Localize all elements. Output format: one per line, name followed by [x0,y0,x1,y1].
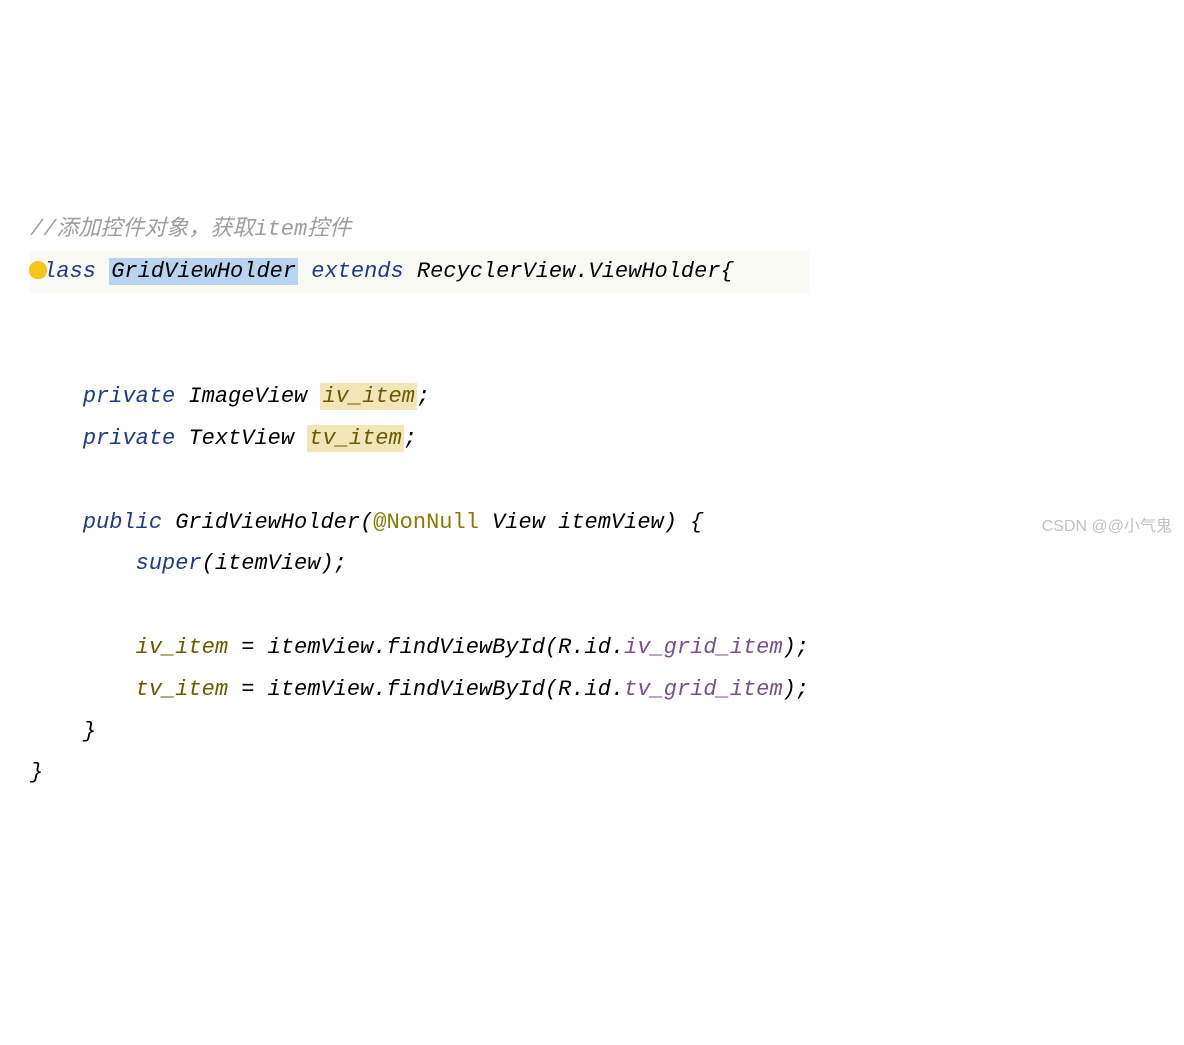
id-ref: id [585,677,611,702]
parent-class: RecyclerView.ViewHolder [417,259,721,284]
semicolon: ; [404,426,417,451]
field-ref-iv: iv_item [136,635,228,660]
keyword-extends: extends [311,259,403,284]
paren-open: ( [360,510,373,535]
type-textview: TextView [188,426,294,451]
paren-close: ) [320,551,333,576]
dot: . [373,635,386,660]
editor-gutter [0,167,30,295]
keyword-super: super [136,551,202,576]
constructor-name: GridViewHolder [175,510,360,535]
param-type: View [492,510,545,535]
super-arg: itemView [215,551,321,576]
keyword-private: private [83,426,175,451]
equals: = [228,635,268,660]
itemview-ref: itemView [268,635,374,660]
brace-close: } [83,719,96,744]
itemview-ref: itemView [268,677,374,702]
comment-line: //添加控件对象，获取item控件 [30,217,351,242]
watermark: CSDN @@小气鬼 [1042,512,1172,542]
field-tv-item: tv_item [307,425,403,452]
field-ref-tv: tv_item [136,677,228,702]
id-ref: id [585,635,611,660]
lightbulb-icon[interactable] [29,261,47,279]
dot: . [611,635,624,660]
brace-open: { [690,510,703,535]
dot: . [611,677,624,702]
paren-open: ( [202,551,215,576]
method-findviewbyid: findViewById [386,635,544,660]
type-imageview: ImageView [188,384,307,409]
keyword-private: private [83,384,175,409]
semicolon: ; [417,384,430,409]
paren-close: ) [783,677,796,702]
r-class: R [558,635,571,660]
equals: = [228,677,268,702]
paren-open: ( [545,635,558,660]
brace-close: } [30,760,43,785]
keyword-public: public [83,510,162,535]
semicolon: ; [334,551,347,576]
method-findviewbyid: findViewById [386,677,544,702]
resource-id-tv: tv_grid_item [624,677,782,702]
dot: . [571,635,584,660]
paren-close: ) [664,510,677,535]
code-editor[interactable]: //添加控件对象，获取item控件 class GridViewHolder e… [30,167,809,794]
paren-open: ( [545,677,558,702]
r-class: R [558,677,571,702]
paren-close: ) [783,635,796,660]
dot: . [373,677,386,702]
resource-id-iv: iv_grid_item [624,635,782,660]
annotation-nonnull: @NonNull [373,510,479,535]
semicolon: ; [796,635,809,660]
param-name: itemView [558,510,664,535]
brace-open: { [721,259,734,284]
dot: . [571,677,584,702]
semicolon: ; [796,677,809,702]
class-name: GridViewHolder [109,258,298,285]
field-iv-item: iv_item [320,383,416,410]
